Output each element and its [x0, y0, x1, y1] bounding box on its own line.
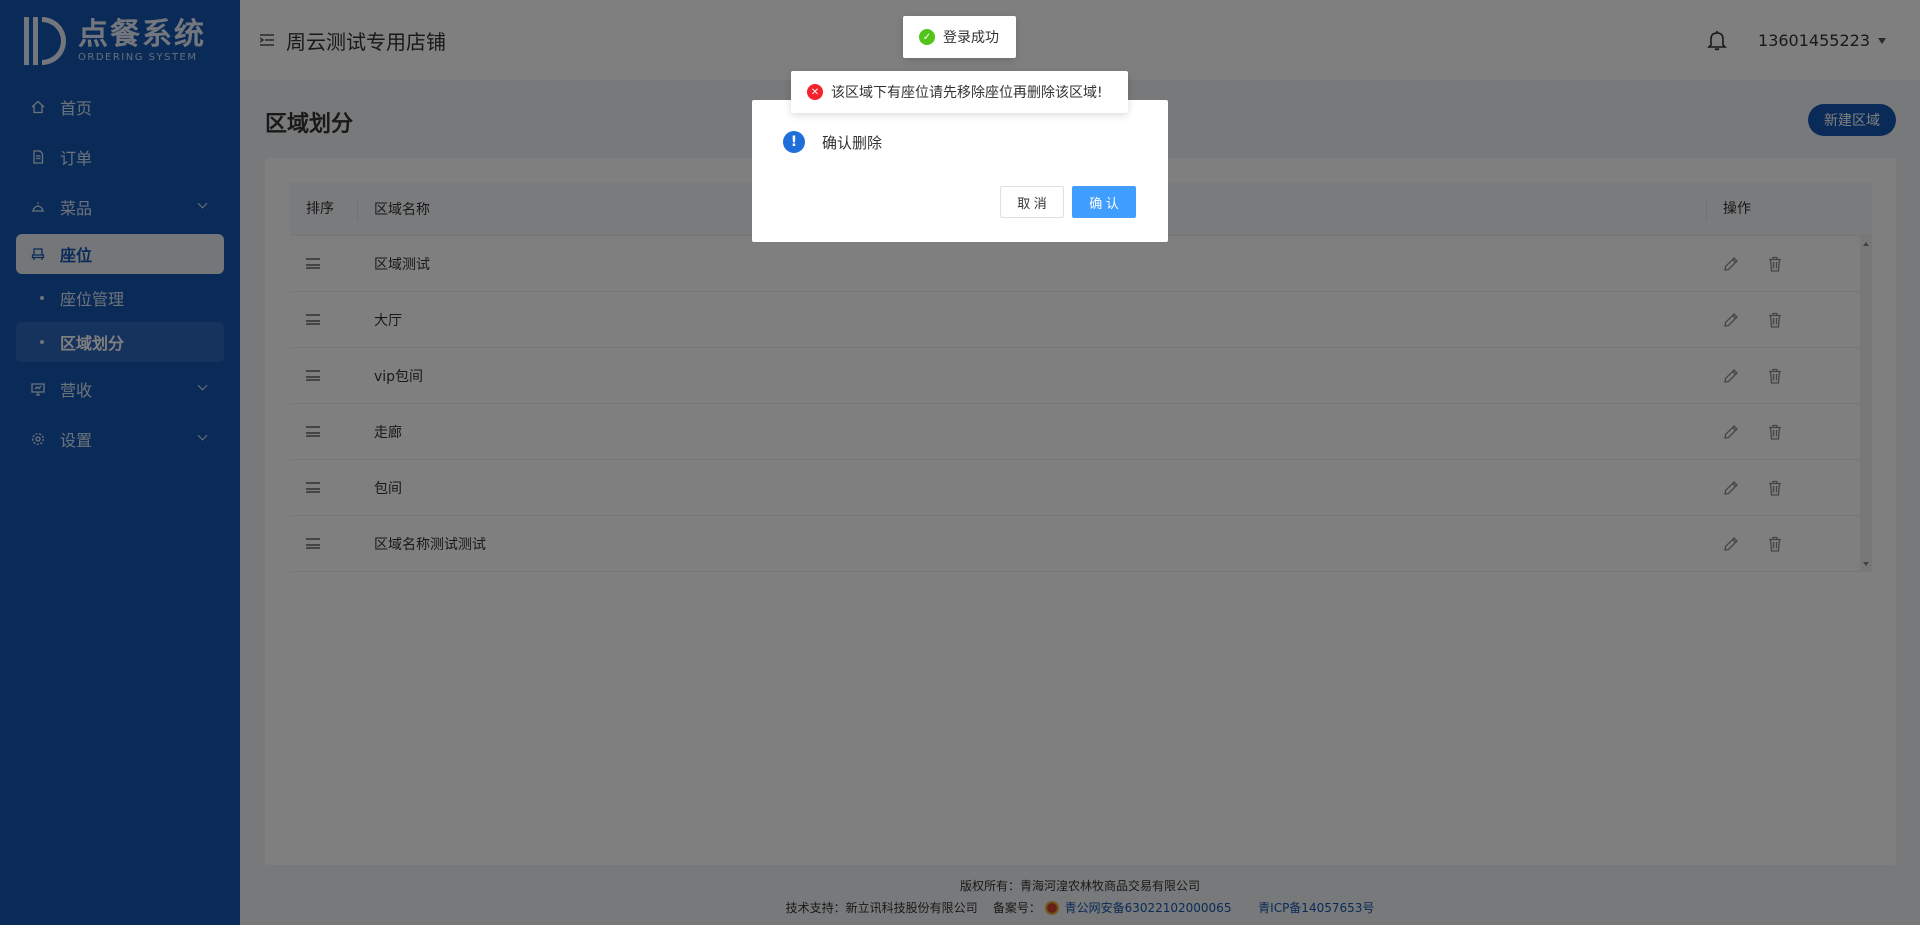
info-icon: ! — [783, 131, 805, 153]
cancel-button[interactable]: 取 消 — [1000, 186, 1064, 218]
error-toast-text: 该区域下有座位请先移除座位再删除该区域! — [831, 85, 1103, 101]
dialog-message: 确认删除 — [822, 134, 883, 152]
success-toast: ✓ 登录成功 — [903, 16, 1016, 58]
error-toast: ✕ 该区域下有座位请先移除座位再删除该区域! — [791, 71, 1128, 113]
success-toast-text: 登录成功 — [943, 30, 999, 46]
check-circle-icon: ✓ — [919, 29, 935, 45]
error-circle-icon: ✕ — [807, 84, 823, 100]
confirm-button[interactable]: 确 认 — [1072, 186, 1136, 218]
confirm-delete-dialog: ! 确认删除 取 消 确 认 — [752, 100, 1168, 242]
